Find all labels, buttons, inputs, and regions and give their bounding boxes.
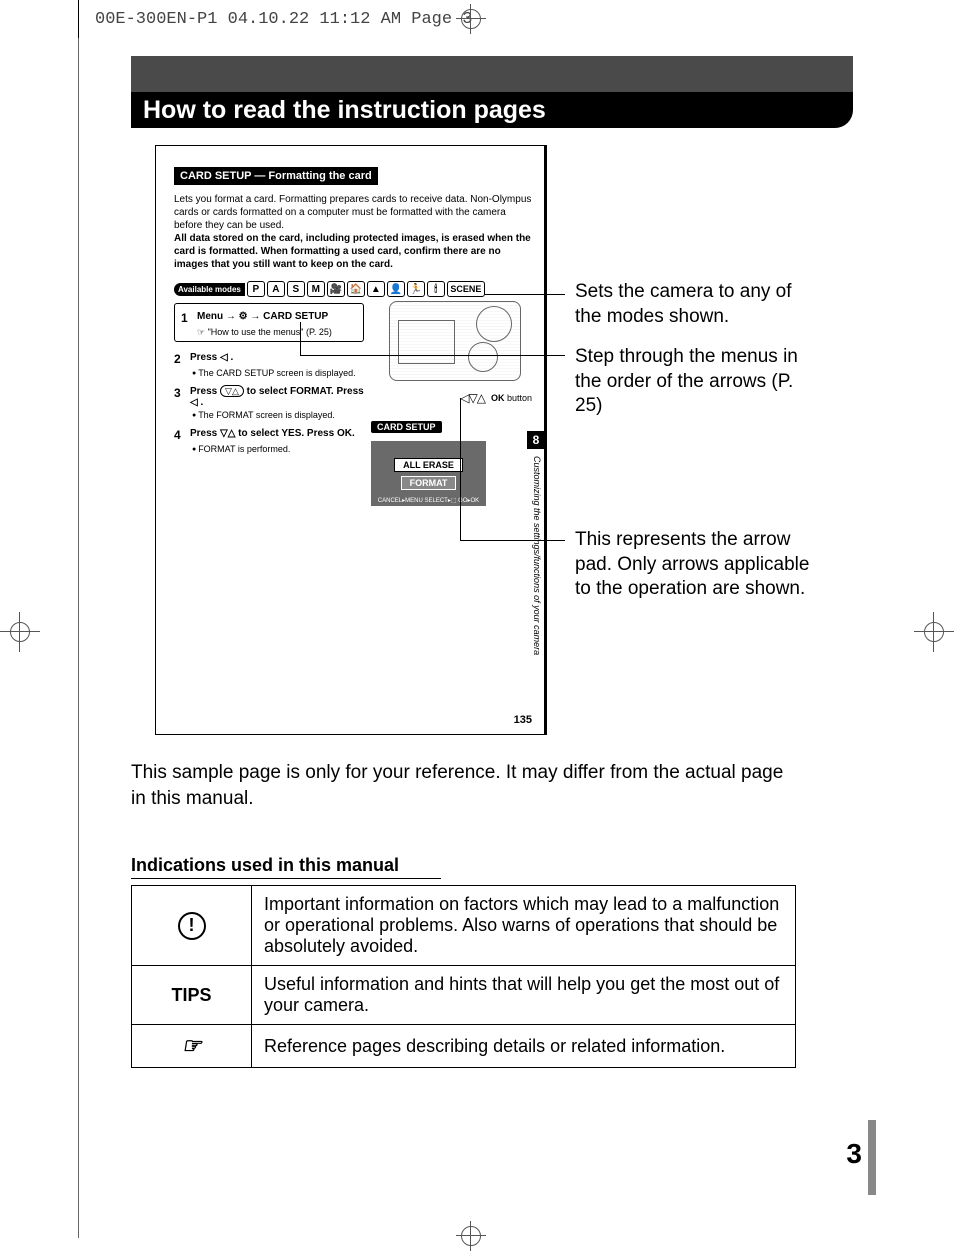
mode-icon: SCENE	[447, 281, 485, 297]
mode-icon: 🕯	[427, 281, 445, 297]
indications-heading: Indications used in this manual	[131, 855, 441, 879]
table-row: ☞ Reference pages describing details or …	[132, 1025, 796, 1068]
step-number: 2	[174, 352, 186, 366]
step-3-sub: The FORMAT screen is displayed.	[192, 410, 532, 420]
step-text: Menu → ⚙ → CARD SETUP	[197, 311, 357, 325]
step-4: 4 Press ▽△ to select YES. Press OK.	[174, 428, 532, 442]
indication-description: Useful information and hints that will h…	[252, 966, 796, 1025]
table-row: ! Important information on factors which…	[132, 886, 796, 966]
registration-mark-icon	[456, 4, 486, 34]
registration-mark-icon	[456, 1221, 486, 1251]
chapter-thumb-tab: 8	[527, 431, 545, 449]
sample-intro-plain: Lets you format a card. Formatting prepa…	[174, 194, 531, 231]
sample-header: CARD SETUP — Formatting the card	[174, 167, 378, 185]
camera-body-icon	[389, 301, 521, 381]
page-number: 3	[846, 1138, 862, 1170]
sample-intro-bold: All data stored on the card, including p…	[174, 233, 531, 270]
mode-icon: S	[287, 281, 305, 297]
section-title: How to read the instruction pages	[131, 92, 853, 128]
ok-button-label: OK button	[491, 393, 532, 403]
lcd-option-selected: FORMAT	[401, 476, 457, 490]
step-1: 1 Menu → ⚙ → CARD SETUP	[181, 311, 357, 325]
lcd-option: ALL ERASE	[394, 458, 463, 472]
step-1-ref: ☞ "How to use the menus" (P. 25)	[197, 327, 357, 338]
mode-icon: A	[267, 281, 285, 297]
crop-mark	[78, 0, 79, 38]
chapter-side-label: Customizing the settings/functions of yo…	[532, 456, 542, 706]
warning-icon: !	[132, 886, 252, 966]
callout-line	[460, 398, 461, 540]
arrow-pad-icon: ◁▽△	[460, 391, 485, 405]
mode-icon: 🏠	[347, 281, 365, 297]
callout-arrow-pad: This represents the arrow pad. Only arro…	[575, 528, 815, 602]
callout-line	[460, 540, 565, 541]
lcd-title: CARD SETUP	[371, 421, 442, 433]
reference-hand-icon: ☞	[132, 1025, 252, 1068]
mode-icon: 👤	[387, 281, 405, 297]
manual-page: 00E-300EN-P1 04.10.22 11:12 AM Page 3 Ho…	[0, 0, 954, 1255]
registration-mark-icon	[0, 612, 40, 652]
callout-line	[485, 294, 565, 295]
lcd-screen: ALL ERASE FORMAT CANCEL▸MENU SELECT▸⬚ GO…	[371, 441, 486, 506]
step-number: 3	[174, 386, 186, 408]
registration-mark-icon	[914, 612, 954, 652]
arrow-pad-legend: ◁▽△ OK button	[460, 391, 532, 405]
crop-rule	[78, 38, 79, 1238]
step-number: 4	[174, 428, 186, 442]
header-gray-bar	[131, 56, 853, 92]
table-row: TIPS Useful information and hints that w…	[132, 966, 796, 1025]
lcd-footer: CANCEL▸MENU SELECT▸⬚ GO▸OK	[378, 497, 479, 504]
callout-line	[300, 355, 565, 356]
callout-modes: Sets the camera to any of the modes show…	[575, 280, 815, 329]
camera-illustration	[389, 301, 534, 401]
reference-note: This sample page is only for your refere…	[131, 760, 801, 811]
sample-page-number: 135	[514, 714, 532, 726]
mode-icon: M	[307, 281, 325, 297]
available-modes-row: Available modes P A S M 🎥 🏠 ▲ 👤 🏃 🕯 SCEN…	[174, 281, 532, 297]
step-text: Press ▽△ to select YES. Press OK.	[190, 428, 532, 442]
sample-page-thumbnail: CARD SETUP — Formatting the card Lets yo…	[155, 145, 547, 735]
indication-description: Important information on factors which m…	[252, 886, 796, 966]
callout-menus: Step through the menus in the order of t…	[575, 345, 815, 419]
sample-intro: Lets you format a card. Formatting prepa…	[174, 193, 532, 271]
tips-label: TIPS	[132, 966, 252, 1025]
mode-icon: P	[247, 281, 265, 297]
step-number: 1	[181, 311, 193, 325]
modes-label: Available modes	[174, 283, 245, 296]
callout-line	[300, 322, 301, 355]
mode-icon: 🎥	[327, 281, 345, 297]
page-edge-tab	[868, 1120, 876, 1195]
mode-icon: 🏃	[407, 281, 425, 297]
mode-icon: ▲	[367, 281, 385, 297]
step-1-box: 1 Menu → ⚙ → CARD SETUP ☞ "How to use th…	[174, 303, 364, 342]
printer-marks: 00E-300EN-P1 04.10.22 11:12 AM Page 3	[95, 10, 472, 29]
indications-table: ! Important information on factors which…	[131, 885, 796, 1068]
indication-description: Reference pages describing details or re…	[252, 1025, 796, 1068]
